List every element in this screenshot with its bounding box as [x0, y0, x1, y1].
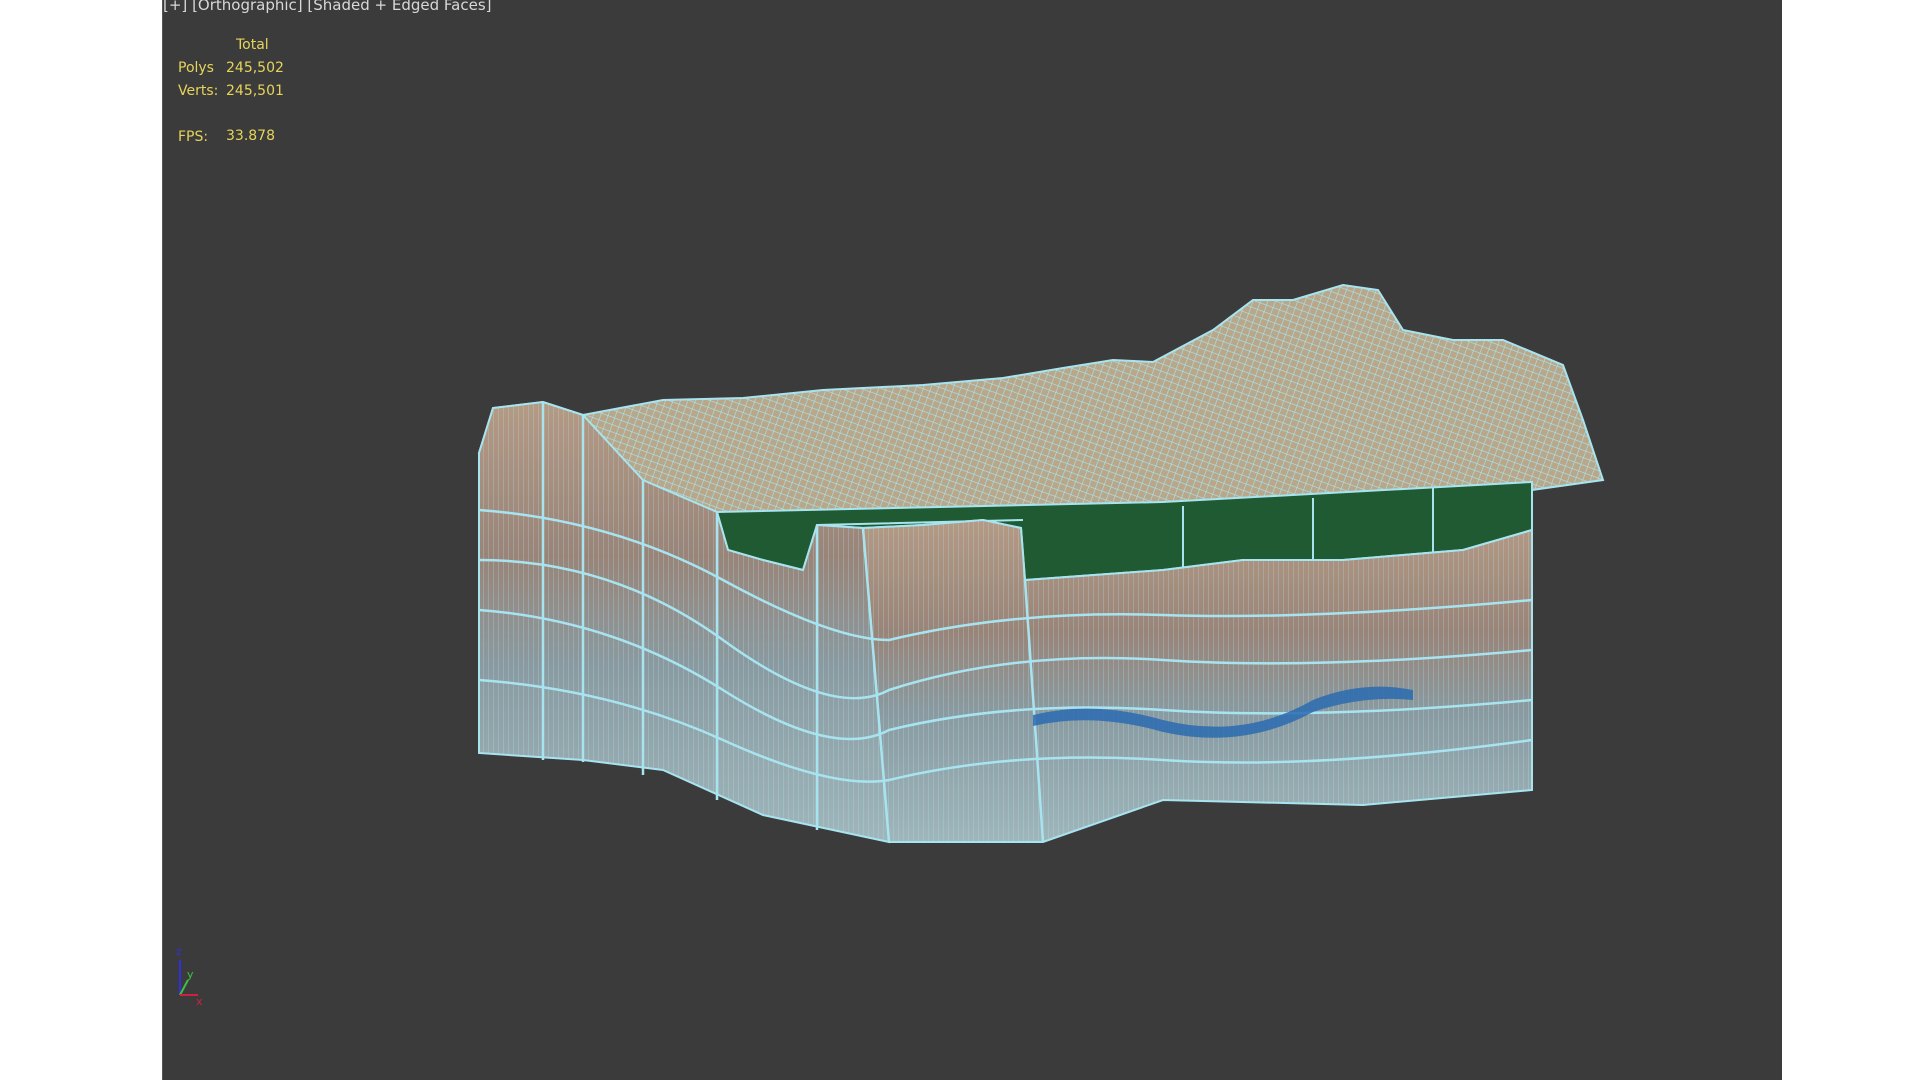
axis-z-label: z — [176, 945, 182, 958]
axis-gizmo: z y x — [176, 945, 203, 1008]
axis-y-label: y — [187, 968, 194, 981]
viewport-orthographic[interactable]: [+] [Orthographic] [Shaded + Edged Faces… — [162, 0, 1782, 1080]
terrain-model[interactable]: z y x — [163, 0, 1782, 1080]
axis-x-label: x — [196, 995, 203, 1008]
